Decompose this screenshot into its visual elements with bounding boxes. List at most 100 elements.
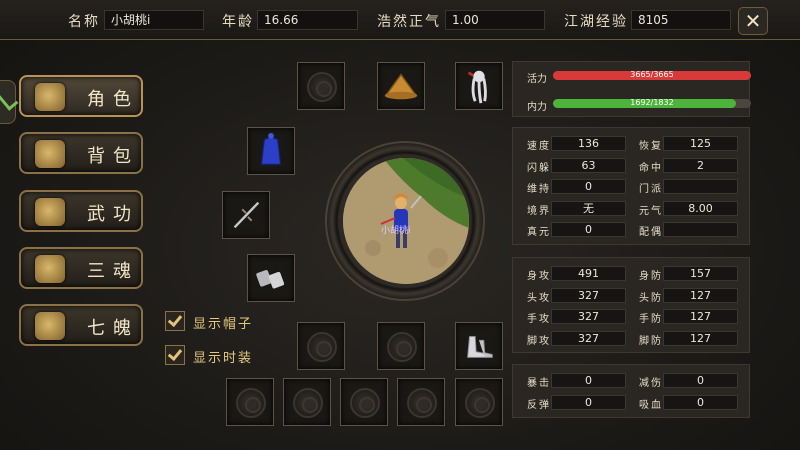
slot-emblem-icon bbox=[407, 388, 437, 418]
slot-emblem-icon bbox=[387, 332, 417, 362]
hp-text: 3665/3665 bbox=[630, 70, 674, 79]
menu-character-label: 角色 bbox=[87, 89, 139, 110]
name-field: 小胡桃i bbox=[104, 10, 204, 30]
menu-character-button[interactable]: 角色 bbox=[19, 75, 143, 117]
stat-value: 8.00 bbox=[663, 200, 738, 216]
show-hat-checkbox[interactable] bbox=[165, 311, 185, 331]
accessory-slot[interactable] bbox=[340, 378, 388, 426]
equip-slot-hair[interactable] bbox=[455, 62, 503, 110]
blue-armor-icon bbox=[260, 132, 282, 165]
stat-label: 手攻 bbox=[527, 314, 551, 325]
show-hat-label: 显示帽子 bbox=[193, 317, 254, 332]
age-field: 16.66 bbox=[257, 10, 358, 30]
stat-value: 491 bbox=[551, 266, 626, 281]
stat-value bbox=[663, 179, 738, 194]
stat-value: 127 bbox=[663, 287, 738, 303]
stat-label: 门派 bbox=[639, 184, 663, 195]
spirit-icon bbox=[35, 312, 65, 340]
special-stats-panel: 暴击 0 减伤 0 反弹 0 吸血 0 bbox=[512, 364, 750, 418]
checkmark-icon bbox=[167, 345, 183, 362]
stat-label: 脚防 bbox=[639, 335, 663, 347]
stat-label: 头防 bbox=[639, 292, 663, 304]
stat-label: 吸血 bbox=[639, 399, 663, 411]
stat-value bbox=[663, 222, 738, 237]
spear-icon bbox=[233, 201, 260, 229]
stat-value: 0 bbox=[551, 179, 626, 194]
stat-label: 真元 bbox=[527, 227, 551, 238]
stat-label: 维持 bbox=[527, 184, 551, 195]
show-fashion-checkbox[interactable] bbox=[165, 345, 185, 365]
accessory-slot[interactable] bbox=[283, 378, 331, 426]
menu-soul-label: 三魂 bbox=[87, 261, 139, 282]
close-icon: ✕ bbox=[744, 9, 762, 33]
equip-slot-hat[interactable] bbox=[377, 62, 425, 110]
equip-slot-empty[interactable] bbox=[297, 322, 345, 370]
side-tab[interactable] bbox=[0, 80, 19, 124]
combat-stats-panel: 身攻 491 身防 157 头攻 327 头防 127 手攻 327 手防 127 脚攻 327 脚防 127 bbox=[512, 257, 750, 353]
stat-value: 0 bbox=[551, 222, 626, 237]
white-hair-icon bbox=[467, 70, 487, 104]
menu-soul-button[interactable]: 三魂 bbox=[19, 247, 143, 289]
boots-icon bbox=[467, 336, 493, 358]
stat-label: 速度 bbox=[527, 141, 551, 152]
checkmark-icon bbox=[167, 311, 183, 328]
accessory-slot[interactable] bbox=[455, 378, 503, 426]
stat-value: 0 bbox=[551, 394, 626, 410]
menu-bag-button[interactable]: 背包 bbox=[19, 132, 143, 174]
menu-spirit-label: 七魄 bbox=[87, 318, 139, 339]
character-icon bbox=[35, 83, 65, 111]
equip-slot-boots[interactable] bbox=[455, 322, 503, 370]
stat-value: 327 bbox=[551, 330, 626, 346]
stat-value: 127 bbox=[663, 330, 738, 346]
close-button[interactable]: ✕ bbox=[738, 7, 768, 35]
stat-label: 境界 bbox=[527, 205, 551, 217]
menu-bag-label: 背包 bbox=[87, 146, 139, 167]
menu-spirit-button[interactable]: 七魄 bbox=[19, 304, 143, 346]
equip-slot-empty[interactable] bbox=[377, 322, 425, 370]
scroll-icon bbox=[35, 198, 65, 226]
stat-value: 125 bbox=[663, 136, 738, 151]
slot-emblem-icon bbox=[293, 388, 323, 418]
menu-martial-button[interactable]: 武功 bbox=[19, 190, 143, 232]
stat-label: 身防 bbox=[639, 271, 663, 282]
stat-label: 反弹 bbox=[527, 399, 551, 411]
character-scene-image bbox=[343, 158, 469, 284]
gloves-icon bbox=[256, 270, 285, 289]
slot-emblem-icon bbox=[307, 72, 337, 102]
stat-label: 命中 bbox=[639, 162, 663, 174]
equip-slot-gloves[interactable] bbox=[247, 254, 295, 302]
hp-bar: 3665/3665 bbox=[553, 70, 751, 80]
stat-value: 0 bbox=[663, 394, 738, 410]
stat-label: 暴击 bbox=[527, 378, 551, 389]
stat-value: 136 bbox=[551, 136, 626, 151]
equip-slot-weapon[interactable] bbox=[222, 191, 270, 239]
slot-emblem-icon bbox=[307, 332, 337, 362]
equip-slot-armor[interactable] bbox=[247, 127, 295, 175]
character-portrait[interactable] bbox=[343, 158, 469, 284]
accessory-slot[interactable] bbox=[397, 378, 445, 426]
slot-emblem-icon bbox=[465, 388, 495, 418]
attributes-panel: 速度 136 恢复 125 闪躲 63 命中 2 维持 0 门派 境界无元气 8.00 真元 0 配偶 bbox=[512, 127, 750, 245]
stat-label: 元气 bbox=[639, 205, 663, 217]
stat-value: 2 bbox=[663, 157, 738, 173]
hp-label: 活力 bbox=[527, 74, 547, 85]
stat-label: 减伤 bbox=[639, 378, 663, 389]
equip-slot-empty[interactable] bbox=[297, 62, 345, 110]
stat-value: 63 bbox=[551, 157, 626, 173]
stat-value: 327 bbox=[551, 309, 626, 324]
accessory-slot[interactable] bbox=[226, 378, 274, 426]
righteous-field: 1.00 bbox=[445, 10, 545, 30]
stat-label: 脚攻 bbox=[527, 335, 551, 347]
menu-martial-label: 武功 bbox=[87, 204, 139, 225]
stat-value: 无 bbox=[551, 200, 626, 216]
mp-bar: 1692/1832 bbox=[553, 98, 751, 108]
stat-value: 157 bbox=[663, 266, 738, 281]
exp-field: 8105 bbox=[631, 10, 731, 30]
slot-emblem-icon bbox=[236, 388, 266, 418]
straw-hat-icon bbox=[384, 73, 418, 100]
stat-value: 327 bbox=[551, 287, 626, 303]
righteous-label: 浩然正气 bbox=[377, 14, 441, 30]
stat-value: 0 bbox=[551, 373, 626, 388]
name-label: 名称 bbox=[68, 14, 100, 30]
header-bar: 名称 小胡桃i 年龄 16.66 浩然正气 1.00 江湖经验 8105 ✕ bbox=[0, 0, 800, 40]
